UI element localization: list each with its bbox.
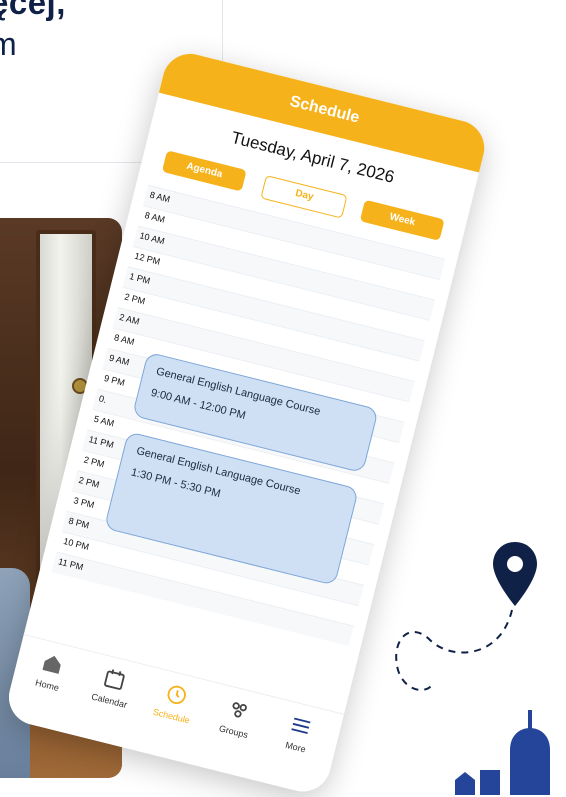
time-label: 2 PM: [82, 454, 106, 470]
time-label: 11 PM: [57, 556, 85, 573]
time-label: 2 PM: [77, 474, 101, 490]
time-label: 5 AM: [92, 413, 116, 429]
nav-home[interactable]: Home: [16, 646, 85, 698]
nav-label: More: [284, 739, 307, 755]
time-label: 12 PM: [133, 250, 162, 267]
time-label: 8 AM: [113, 332, 136, 347]
agenda-view-button[interactable]: Agenda: [161, 150, 247, 192]
time-label: 1 PM: [128, 271, 152, 286]
time-label: 2 AM: [118, 311, 141, 327]
time-label: 10 PM: [62, 536, 91, 553]
groups-icon: [232, 702, 247, 718]
menu-icon: [291, 717, 311, 735]
time-label: 2 PM: [123, 291, 147, 307]
time-label: 3 PM: [72, 495, 96, 511]
time-label: 11 PM: [87, 434, 115, 451]
day-view-button[interactable]: Day: [260, 175, 348, 219]
time-label: 8 AM: [148, 189, 172, 205]
clock-icon: [167, 685, 186, 705]
calendar-icon: [104, 669, 125, 690]
time-label: 8 AM: [143, 210, 166, 225]
headline-line-1: ęcej,: [0, 0, 66, 21]
nav-label: Home: [34, 677, 61, 693]
nav-more[interactable]: More: [264, 708, 333, 760]
time-label: 10 AM: [138, 230, 166, 247]
nav-label: Schedule: [151, 706, 191, 726]
nav-groups[interactable]: Groups: [202, 692, 271, 744]
time-label: 9 AM: [108, 352, 131, 368]
week-view-button[interactable]: Week: [359, 199, 445, 241]
nav-label: Calendar: [90, 691, 129, 710]
headline-line-2: m: [0, 26, 17, 62]
time-label: 8 PM: [67, 515, 91, 531]
time-label: 9 PM: [103, 373, 126, 388]
home-icon: [42, 655, 61, 674]
nav-calendar[interactable]: Calendar: [78, 661, 147, 713]
nav-schedule[interactable]: Schedule: [140, 677, 209, 729]
city-domes-icon: [455, 710, 550, 795]
time-label: 0.: [97, 393, 108, 405]
nav-label: Groups: [217, 723, 250, 741]
